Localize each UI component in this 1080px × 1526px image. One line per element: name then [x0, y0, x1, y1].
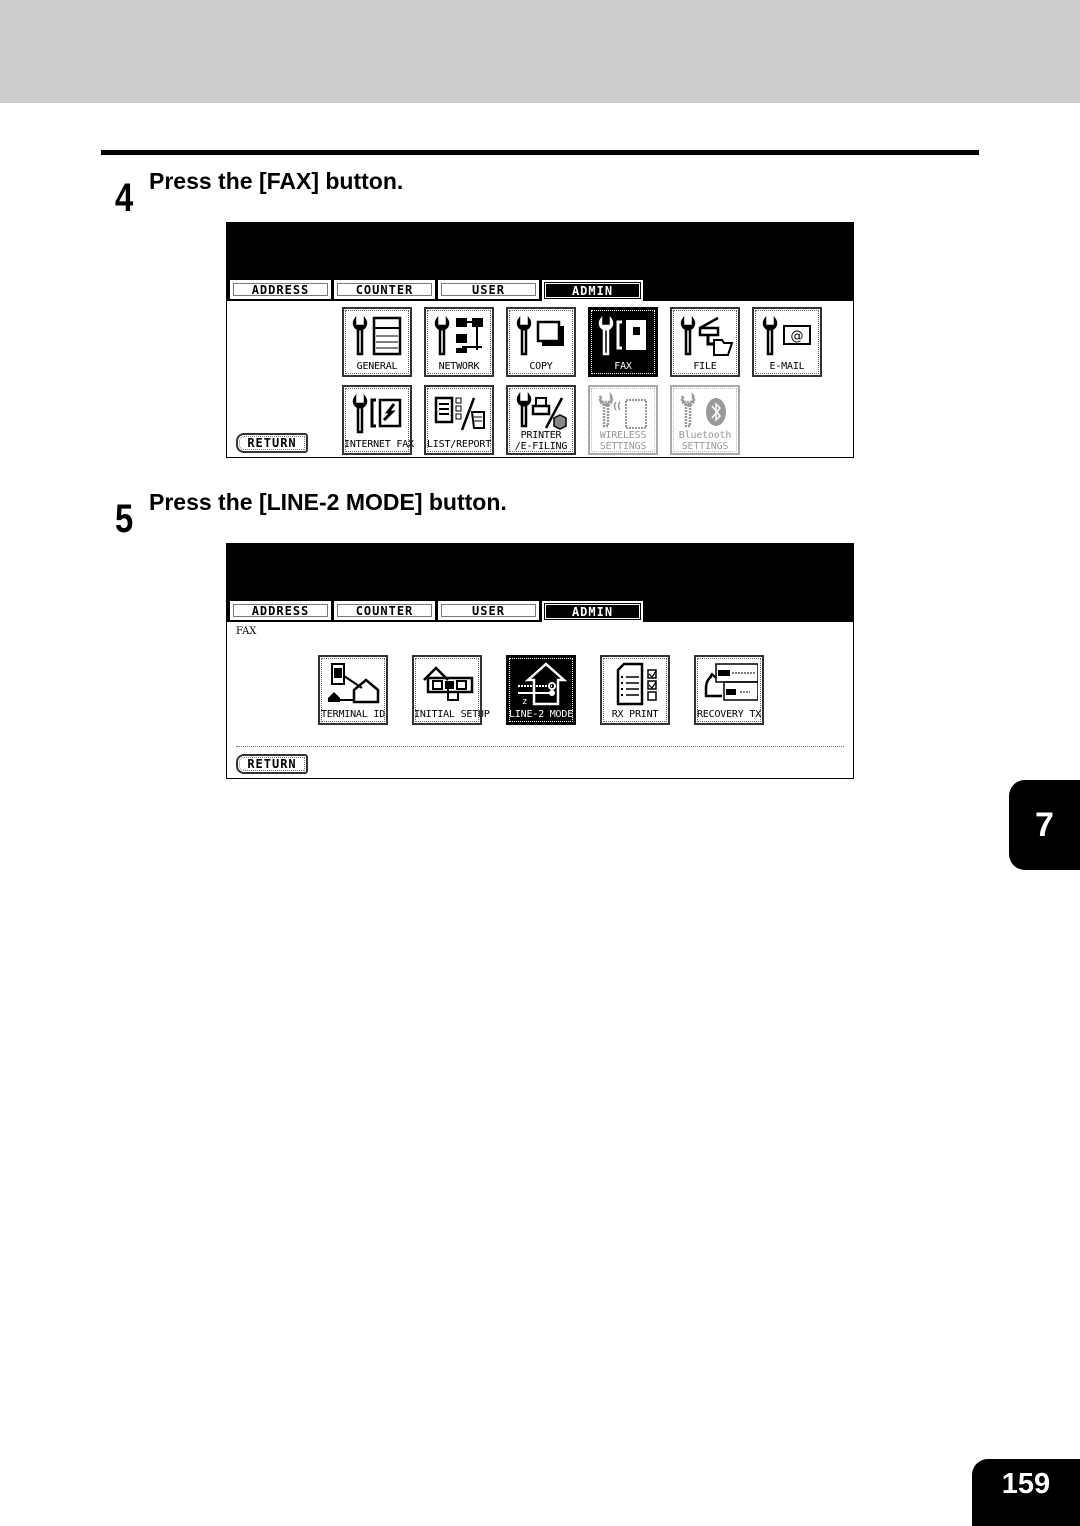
list-report-icon — [434, 396, 485, 431]
button-label: INITIAL SETUP — [414, 709, 490, 720]
terminal-id-button[interactable]: TERMINAL ID — [318, 655, 388, 725]
button-label: WIRELESS SETTINGS — [599, 430, 647, 452]
wrench-email-icon: @ — [762, 315, 811, 356]
button-label: NETWORK — [438, 361, 480, 372]
wireless-settings-button[interactable]: WIRELESS SETTINGS — [588, 385, 658, 455]
network-button[interactable]: NETWORK — [424, 307, 494, 377]
tab-counter[interactable]: COUNTER — [334, 280, 435, 299]
wrench-internet-fax-icon — [352, 393, 402, 434]
fax-button[interactable]: FAX — [588, 307, 658, 377]
return-button[interactable]: RETURN — [236, 433, 308, 453]
svg-text:z: z — [522, 697, 527, 706]
email-button[interactable]: @ E-MAIL — [752, 307, 822, 377]
tab-address[interactable]: ADDRESS — [230, 280, 331, 299]
button-label: INTERNET FAX — [344, 439, 414, 450]
tab-counter[interactable]: COUNTER — [334, 601, 435, 620]
svg-text:@: @ — [791, 329, 804, 344]
section-rule — [101, 150, 979, 155]
step-number: 4 — [115, 176, 134, 220]
step-number: 5 — [115, 497, 134, 541]
general-button[interactable]: GENERAL — [342, 307, 412, 377]
button-label: E-MAIL — [769, 361, 805, 372]
initial-setup-icon — [423, 666, 474, 701]
button-label: RX PRINT — [611, 709, 659, 720]
file-button[interactable]: FILE — [670, 307, 740, 377]
page-number: 159 — [972, 1459, 1080, 1526]
wrench-fax-icon — [598, 315, 646, 356]
tab-admin[interactable]: ADMIN — [542, 280, 643, 301]
button-label: RECOVERY TX — [696, 709, 762, 720]
step-title: Press the [LINE-2 MODE] button. — [149, 489, 507, 515]
chapter-tab: 7 — [1009, 780, 1080, 870]
tab-row: ADDRESS COUNTER USER ADMIN — [230, 601, 646, 622]
wrench-file-icon — [680, 315, 734, 356]
tab-row: ADDRESS COUNTER USER ADMIN — [230, 280, 646, 301]
terminal-id-icon — [328, 663, 380, 704]
step-title: Press the [FAX] button. — [149, 168, 404, 194]
return-button[interactable]: RETURN — [236, 754, 308, 774]
recovery-tx-button[interactable]: RECOVERY TX — [694, 655, 764, 725]
button-label: FAX — [614, 361, 632, 372]
breadcrumb: FAX — [236, 626, 257, 637]
admin-screen-panel: ADDRESS COUNTER USER ADMIN GENERAL NETWO… — [226, 222, 854, 458]
button-label: LIST/REPORT — [426, 439, 492, 450]
button-label: FILE — [693, 361, 717, 372]
printer-efiling-button[interactable]: PRINTER/E-FILING — [506, 385, 576, 455]
fax-screen-panel: ADDRESS COUNTER USER ADMIN FAX TERMINAL … — [226, 543, 854, 779]
line2-mode-button[interactable]: z LINE-2 MODE — [506, 655, 576, 725]
rx-print-icon — [616, 662, 657, 706]
internet-fax-button[interactable]: INTERNET FAX — [342, 385, 414, 455]
button-label: COPY — [529, 361, 553, 372]
tab-user[interactable]: USER — [438, 601, 539, 620]
tab-user[interactable]: USER — [438, 280, 539, 299]
wrench-copy-icon — [516, 315, 564, 356]
wrench-copier-icon — [352, 315, 402, 356]
button-label: PRINTER/E-FILING — [514, 430, 568, 452]
button-label: TERMINAL ID — [320, 709, 386, 720]
tab-admin[interactable]: ADMIN — [542, 601, 643, 622]
list-report-button[interactable]: LIST/REPORT — [424, 385, 494, 455]
button-label: LINE-2 MODE — [508, 709, 574, 720]
tab-address[interactable]: ADDRESS — [230, 601, 331, 620]
button-label: Bluetooth SETTINGS — [678, 430, 732, 452]
button-label: GENERAL — [356, 361, 398, 372]
initial-setup-button[interactable]: INITIAL SETUP — [412, 655, 490, 725]
copy-button[interactable]: COPY — [506, 307, 576, 377]
rx-print-button[interactable]: RX PRINT — [600, 655, 670, 725]
bluetooth-settings-button[interactable]: Bluetooth SETTINGS — [670, 385, 740, 455]
recovery-tx-icon — [704, 663, 758, 701]
page-header-band — [0, 0, 1080, 103]
wrench-network-icon — [434, 315, 483, 356]
line2-mode-icon: z — [518, 662, 568, 706]
divider — [236, 746, 844, 747]
